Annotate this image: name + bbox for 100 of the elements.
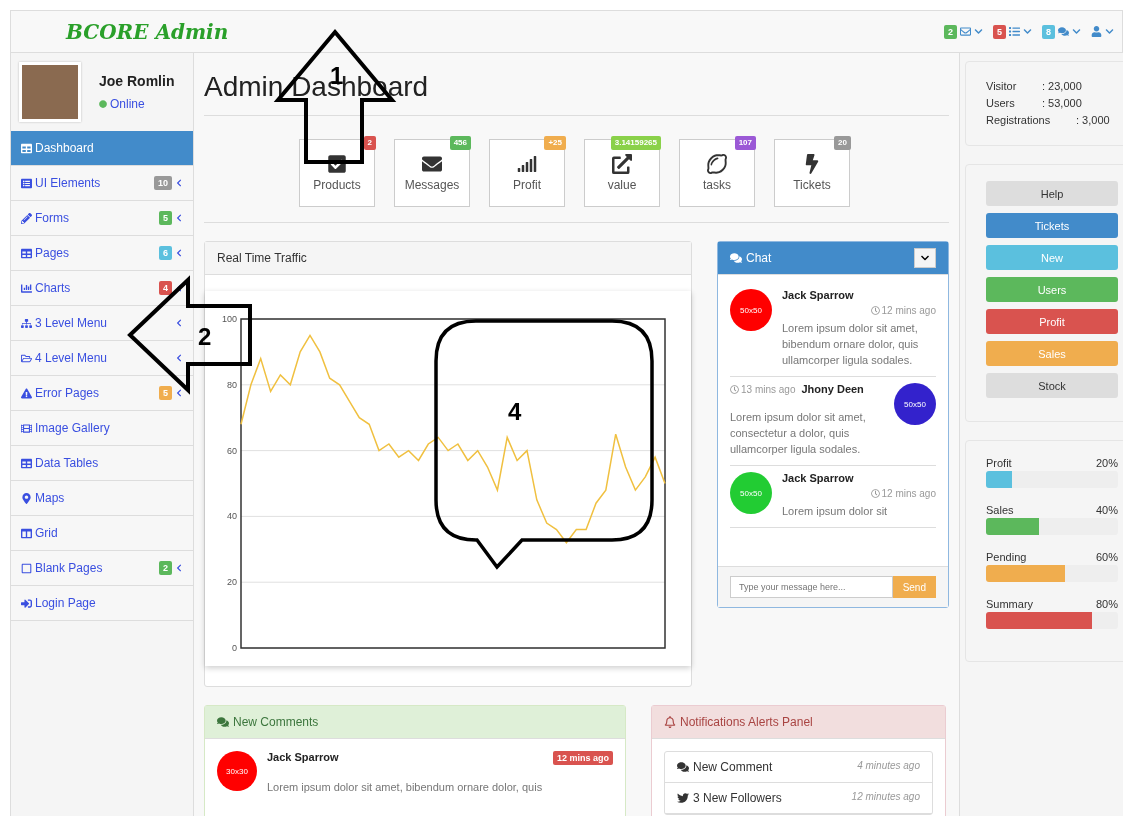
clock-icon (870, 306, 880, 315)
annotation-number: 4 (508, 398, 522, 425)
y-tick-label: 20 (227, 577, 237, 588)
y-tick-label: 40 (227, 511, 237, 522)
progress-label: Pending (986, 551, 1027, 563)
stat-label: Users (986, 96, 1016, 111)
comments-icon (1058, 26, 1069, 37)
count-badge: 456 (449, 136, 471, 150)
tile-label: value (607, 178, 637, 192)
nav-dropdown[interactable]: 5 (992, 24, 1032, 39)
stat-tile[interactable]: +25 Profit (489, 139, 565, 207)
menu-label: Grid (35, 526, 59, 540)
sign-in-icon (21, 597, 32, 609)
panel-title: New Comments (233, 715, 319, 729)
quick-button[interactable]: Profit (986, 309, 1118, 334)
message-input[interactable]: Type your message here... (730, 576, 893, 598)
notification-label: 3 New Followers (693, 791, 782, 805)
stat-tile[interactable]: 20 Tickets (774, 139, 850, 207)
quick-button[interactable]: Stock (986, 373, 1118, 398)
clock-icon (730, 384, 739, 394)
menu-label: Blank Pages (35, 561, 104, 575)
notification-label: New Comment (693, 760, 773, 774)
chevron-down-icon (1023, 27, 1032, 36)
progress-reading: 60% (1095, 551, 1118, 563)
time-badge: 12 mins ago (552, 751, 613, 765)
user-status: Online (110, 97, 145, 111)
menu-label: Data Tables (35, 456, 100, 470)
clock-icon (870, 489, 880, 498)
comments-icon (217, 716, 229, 728)
comment-text: Lorem ipsum dolor sit amet, bibendum ornare dolor, quis (267, 780, 544, 795)
stat-value: : 23,000 (1042, 79, 1082, 94)
panel-title: Notifications Alerts Panel (680, 715, 813, 729)
count-badge: 6 (159, 246, 172, 260)
nav-dropdown[interactable] (1091, 26, 1114, 37)
count-badge: 4 (159, 281, 172, 295)
table-icon (21, 247, 32, 259)
message-time: 12 mins ago (881, 488, 936, 499)
sender-name: Jack Sparrow (782, 289, 855, 301)
comment-icon (677, 761, 689, 773)
warning-icon (21, 387, 32, 399)
progress-label: Sales (986, 504, 1014, 516)
envelope-icon (959, 26, 971, 37)
quick-button[interactable]: Tickets (986, 213, 1118, 238)
message-time: 12 mins ago (881, 305, 936, 316)
annotation-number: 2 (198, 323, 212, 350)
message-time: 13 mins ago (741, 383, 796, 395)
progress-label: Summary (986, 598, 1034, 610)
sender-name: Jack Sparrow (267, 751, 339, 765)
menu-label: Dashboard (35, 141, 95, 155)
menu-label: Image Gallery (35, 421, 111, 435)
count-badge: 5 (159, 211, 172, 225)
stat-tile[interactable]: 3.14159265 value (584, 139, 660, 207)
folder-icon (21, 352, 32, 364)
stat-label: Visitor (986, 79, 1018, 94)
panel-title: Real Time Traffic (217, 251, 307, 265)
sitemap-icon (21, 317, 32, 329)
table-icon (21, 457, 32, 469)
bird-icon (677, 792, 689, 804)
stat-tile[interactable]: 107 tasks (679, 139, 755, 207)
count-badge: 10 (154, 176, 172, 190)
avatar-image: 50x50 (894, 383, 936, 425)
avatar-image: 30x30 (217, 751, 257, 791)
sidebar-item[interactable]: Dashboard (11, 131, 193, 166)
stat-value: : 3,000 (1076, 113, 1110, 128)
envelope-icon (422, 154, 442, 174)
film-icon (21, 422, 32, 434)
stat-tile[interactable]: 2 Products (299, 139, 375, 207)
comments-icon (730, 252, 742, 264)
tile-label: Messages (404, 178, 460, 192)
count-badge: 8 (1042, 24, 1055, 39)
message-text: Lorem ipsum dolor sit amet, consectetur a dolor, quis ullamcorper ligula sodales. (730, 410, 867, 457)
notification-item[interactable]: New Comment 4 minutes ago (665, 752, 932, 783)
y-tick-label: 60 (227, 445, 237, 456)
count-badge: 5 (992, 24, 1006, 39)
collapse-button[interactable] (914, 248, 936, 268)
pencil-icon (21, 212, 32, 224)
y-tick-label: 100 (221, 314, 237, 324)
notification-item[interactable]: 3 New Followers 12 minutes ago (665, 783, 932, 814)
external-link-icon (612, 154, 632, 174)
brand-logo[interactable]: BCORE Admin (66, 19, 229, 44)
list-icon (1009, 26, 1020, 37)
avatar-image: 50x50 (730, 472, 772, 514)
count-badge: 5 (159, 386, 172, 400)
tile-label: Tickets (793, 178, 831, 192)
chevron-down-icon (921, 253, 929, 263)
stat-label: Registrations (986, 113, 1052, 128)
y-tick-label: 80 (227, 379, 237, 390)
message-text: Lorem ipsum dolor sit amet, bibendum ornare dolor, quis ullamcorper ligula sodales. (782, 321, 920, 368)
notification-time: 4 minutes ago (857, 760, 920, 773)
menu-label: 3 Level Menu (35, 316, 109, 330)
count-badge: 3.14159265 (610, 136, 661, 150)
progress-label: Profit (986, 457, 1012, 469)
menu-label: Pages (35, 246, 71, 260)
quick-button[interactable]: Help (986, 181, 1118, 206)
menu-label: Charts (35, 281, 72, 295)
chart-icon (21, 282, 32, 294)
tile-label: Products (313, 178, 361, 192)
stat-tile[interactable]: 456 Messages (394, 139, 470, 207)
count-badge: 2 (159, 561, 172, 575)
count-badge: 20 (834, 136, 851, 150)
